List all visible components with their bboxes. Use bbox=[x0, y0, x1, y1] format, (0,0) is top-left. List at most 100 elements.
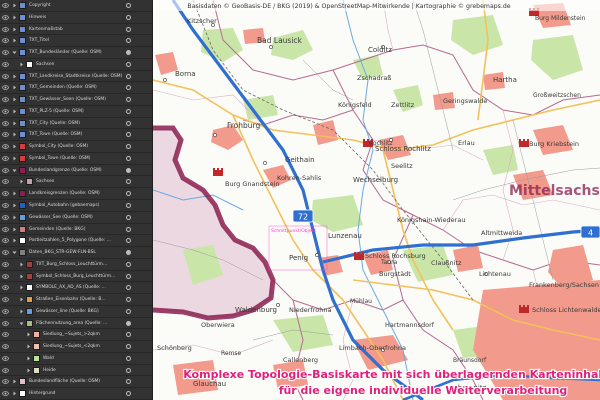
layer-row[interactable]: Bundeslandfläche (Quelle: OSM) bbox=[0, 376, 152, 389]
eye-icon[interactable] bbox=[2, 178, 9, 185]
layer-row[interactable]: Straßen_Eisenbahn (Quelle: B... bbox=[0, 294, 152, 306]
eye-icon[interactable] bbox=[2, 202, 9, 209]
layer-row[interactable]: TXT_City (Quelle: OSM) bbox=[0, 118, 152, 130]
chevron-right-icon[interactable] bbox=[12, 132, 17, 137]
layer-row[interactable]: Gewässer_line (Quelle: BKG) bbox=[0, 306, 152, 318]
layer-row[interactable]: Copyright bbox=[0, 0, 152, 12]
layer-target-icon[interactable] bbox=[126, 179, 131, 185]
layer-target-icon[interactable] bbox=[126, 61, 131, 67]
layer-target-icon[interactable] bbox=[126, 250, 131, 256]
map-canvas[interactable]: 72 4 Kitzscher Bad Lausick Colditz Burg … bbox=[153, 0, 600, 400]
chevron-right-icon[interactable] bbox=[12, 215, 17, 220]
layer-row[interactable]: Gewässer_See (Quelle: OSM) bbox=[0, 212, 152, 224]
eye-icon[interactable] bbox=[2, 320, 9, 327]
layer-row[interactable]: Gemeinden (Quelle: BKG) bbox=[0, 224, 152, 236]
layer-row[interactable]: Symbol_Autobahn (gebaemaps) bbox=[0, 200, 152, 212]
layer-row[interactable]: TXT_Titel bbox=[0, 35, 152, 48]
layer-target-icon[interactable] bbox=[126, 297, 131, 303]
layer-row[interactable]: TXT_PLZ-5 (Quelle: OSM) bbox=[0, 106, 152, 118]
eye-icon[interactable] bbox=[2, 96, 9, 103]
layer-target-icon[interactable] bbox=[126, 261, 131, 267]
chevron-right-icon[interactable] bbox=[26, 332, 31, 337]
eye-icon[interactable] bbox=[2, 37, 9, 44]
layer-target-icon[interactable] bbox=[126, 167, 131, 173]
layer-target-icon[interactable] bbox=[126, 108, 131, 114]
layer-row[interactable]: Bundeslandgrenze (Quelle: OSM) bbox=[0, 165, 152, 177]
layer-target-icon[interactable] bbox=[126, 26, 131, 32]
layer-row[interactable]: Postleitzahlen_5_Polygone (Quelle: ... bbox=[0, 235, 152, 248]
chevron-down-icon[interactable] bbox=[12, 50, 17, 55]
chevron-right-icon[interactable] bbox=[12, 109, 17, 114]
chevron-right-icon[interactable] bbox=[12, 144, 17, 149]
layer-target-icon[interactable] bbox=[126, 85, 131, 91]
layer-target-icon[interactable] bbox=[126, 238, 131, 244]
eye-icon[interactable] bbox=[2, 331, 9, 338]
layer-target-icon[interactable] bbox=[126, 120, 131, 126]
layer-row[interactable]: TXT_Burg_Schloss_Leuchttürm... bbox=[0, 259, 152, 271]
layer-row[interactable]: TXT_Gemeinden (Quelle: OSM) bbox=[0, 82, 152, 95]
eye-icon[interactable] bbox=[2, 273, 9, 280]
layer-target-icon[interactable] bbox=[126, 308, 131, 314]
layer-target-icon[interactable] bbox=[126, 155, 131, 161]
eye-icon[interactable] bbox=[2, 343, 9, 350]
eye-icon[interactable] bbox=[2, 261, 9, 268]
layer-row[interactable]: Hinweis bbox=[0, 12, 152, 24]
eye-icon[interactable] bbox=[2, 355, 9, 362]
chevron-right-icon[interactable] bbox=[26, 368, 31, 373]
layer-target-icon[interactable] bbox=[126, 379, 131, 385]
chevron-right-icon[interactable] bbox=[12, 15, 17, 20]
eye-icon[interactable] bbox=[2, 226, 9, 233]
layer-target-icon[interactable] bbox=[126, 97, 131, 103]
layer-target-icon[interactable] bbox=[126, 144, 131, 150]
eye-icon[interactable] bbox=[2, 84, 9, 91]
chevron-down-icon[interactable] bbox=[12, 250, 17, 255]
layer-target-icon[interactable] bbox=[126, 344, 131, 350]
layer-target-icon[interactable] bbox=[126, 191, 131, 197]
eye-icon[interactable] bbox=[2, 378, 9, 385]
layer-row[interactable]: TXT_Town (Quelle: OSM) bbox=[0, 129, 152, 142]
layer-target-icon[interactable] bbox=[126, 38, 131, 44]
eye-icon[interactable] bbox=[2, 167, 9, 174]
chevron-right-icon[interactable] bbox=[12, 391, 17, 396]
eye-icon[interactable] bbox=[2, 249, 9, 256]
layer-row[interactable]: TXT_Gewässer_Seen (Quelle: OSM) bbox=[0, 94, 152, 106]
eye-icon[interactable] bbox=[2, 120, 9, 127]
eye-icon[interactable] bbox=[2, 367, 9, 374]
chevron-right-icon[interactable] bbox=[12, 121, 17, 126]
eye-icon[interactable] bbox=[2, 284, 9, 291]
eye-icon[interactable] bbox=[2, 14, 9, 21]
layer-target-icon[interactable] bbox=[126, 214, 131, 220]
layer-row[interactable]: Symbol_Town (Quelle: OSM) bbox=[0, 153, 152, 165]
chevron-right-icon[interactable] bbox=[12, 238, 17, 243]
eye-icon[interactable] bbox=[2, 390, 9, 397]
chevron-right-icon[interactable] bbox=[12, 74, 17, 79]
layer-row[interactable]: Daten_BKG_STR-GEW-FLN-BSL bbox=[0, 247, 152, 259]
layer-row[interactable]: Flächennutzung_area (Quelle: ... bbox=[0, 318, 152, 330]
layer-target-icon[interactable] bbox=[126, 14, 131, 20]
chevron-right-icon[interactable] bbox=[19, 262, 24, 267]
chevron-down-icon[interactable] bbox=[12, 168, 17, 173]
layer-target-icon[interactable] bbox=[126, 355, 131, 361]
eye-icon[interactable] bbox=[2, 143, 9, 150]
layer-row[interactable]: Sachsen bbox=[0, 59, 152, 71]
layer-target-icon[interactable] bbox=[126, 391, 131, 397]
layer-target-icon[interactable] bbox=[126, 273, 131, 279]
eye-icon[interactable] bbox=[2, 308, 9, 315]
chevron-right-icon[interactable] bbox=[19, 285, 24, 290]
eye-icon[interactable] bbox=[2, 237, 9, 244]
eye-icon[interactable] bbox=[2, 214, 9, 221]
chevron-right-icon[interactable] bbox=[12, 191, 17, 196]
chevron-right-icon[interactable] bbox=[12, 379, 17, 384]
eye-icon[interactable] bbox=[2, 108, 9, 115]
chevron-right-icon[interactable] bbox=[12, 203, 17, 208]
chevron-right-icon[interactable] bbox=[12, 38, 17, 43]
layer-target-icon[interactable] bbox=[126, 285, 131, 291]
chevron-right-icon[interactable] bbox=[26, 344, 31, 349]
chevron-right-icon[interactable] bbox=[12, 227, 17, 232]
layer-row[interactable]: Heide bbox=[0, 365, 152, 377]
eye-icon[interactable] bbox=[2, 190, 9, 197]
chevron-right-icon[interactable] bbox=[12, 97, 17, 102]
layer-target-icon[interactable] bbox=[126, 50, 131, 56]
eye-icon[interactable] bbox=[2, 155, 9, 162]
layer-target-icon[interactable] bbox=[126, 3, 131, 8]
